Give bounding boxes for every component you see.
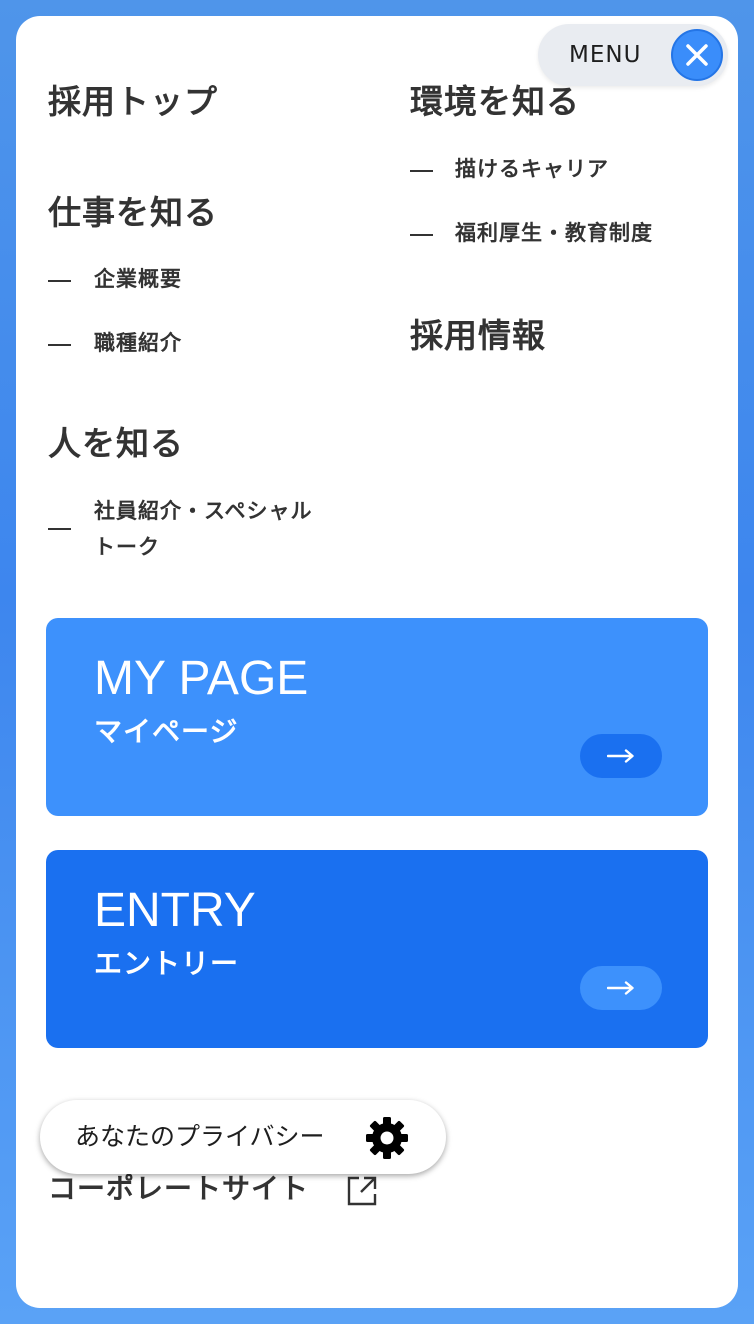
dash-marker (410, 170, 433, 172)
nav-people-heading[interactable]: 人を知る (48, 424, 184, 464)
privacy-settings-button[interactable]: あなたのプライバシー (40, 1100, 446, 1174)
gear-icon (366, 1117, 408, 1159)
nav-employee-talk-line2: トーク (94, 535, 160, 559)
arrow-right-icon (607, 981, 634, 995)
dash-marker (48, 344, 71, 346)
nav-recruit-info[interactable]: 採用情報 (410, 316, 546, 356)
mypage-title: MY PAGE (94, 652, 309, 705)
nav-work-heading[interactable]: 仕事を知る (48, 193, 218, 233)
entry-arrow-button[interactable] (580, 966, 662, 1010)
entry-card[interactable]: ENTRY エントリー (46, 850, 708, 1048)
nav-employee-talk-line1: 社員紹介・スペシャル (94, 499, 313, 523)
corporate-site-link[interactable]: コーポレートサイト (48, 1170, 309, 1208)
nav-job-types[interactable]: 職種紹介 (94, 326, 182, 360)
mypage-card[interactable]: MY PAGE マイページ (46, 618, 708, 816)
dash-marker (48, 528, 71, 530)
nav-environment-heading[interactable]: 環境を知る (410, 82, 580, 122)
nav-company-overview[interactable]: 企業概要 (94, 262, 182, 296)
menu-label: MENU (569, 42, 642, 68)
privacy-label: あなたのプライバシー (75, 1122, 325, 1151)
external-link-icon (347, 1176, 377, 1206)
dash-marker (410, 234, 433, 236)
nav-career[interactable]: 描けるキャリア (455, 152, 609, 186)
entry-title: ENTRY (94, 884, 256, 937)
arrow-right-icon (607, 749, 634, 763)
nav-welfare-education[interactable]: 福利厚生・教育制度 (455, 216, 653, 250)
mypage-subtitle: マイページ (94, 715, 239, 748)
close-icon (686, 44, 708, 66)
dash-marker (48, 280, 71, 282)
close-button[interactable] (671, 29, 723, 81)
entry-subtitle: エントリー (94, 947, 240, 980)
nav-employee-talk[interactable]: 社員紹介・スペシャル トーク (94, 494, 334, 566)
nav-recruit-top[interactable]: 採用トップ (48, 82, 218, 122)
mypage-arrow-button[interactable] (580, 734, 662, 778)
